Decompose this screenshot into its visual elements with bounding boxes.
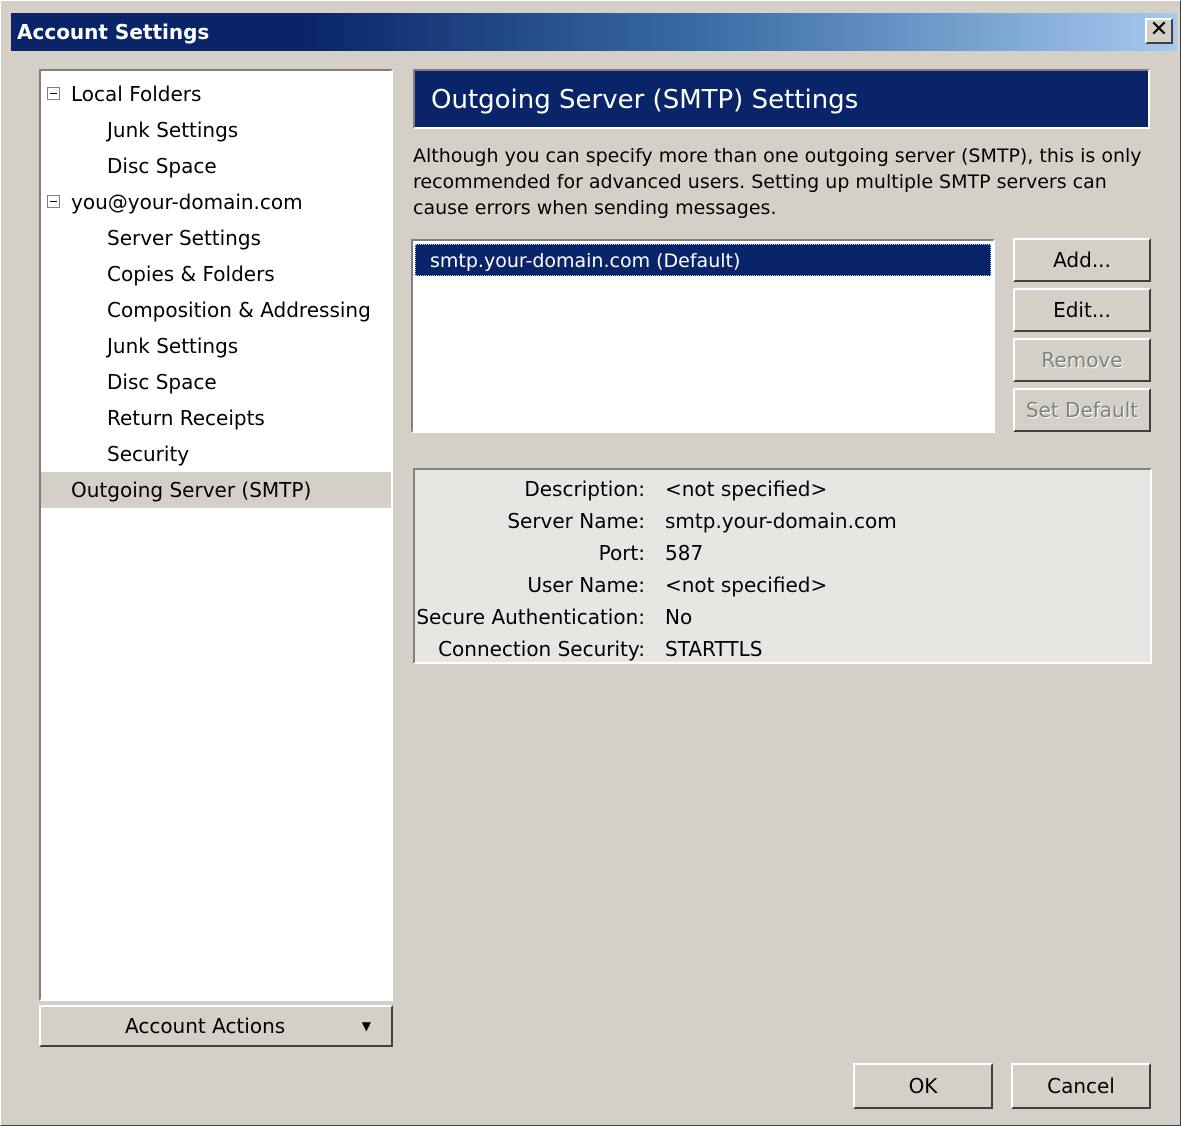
detail-value: 587	[665, 541, 704, 565]
tree-item-composition-addressing[interactable]: Composition & Addressing	[41, 292, 391, 328]
tree-item-label: Composition & Addressing	[107, 298, 371, 322]
account-actions-label: Account Actions	[125, 1014, 286, 1038]
detail-key: Connection Security:	[438, 637, 645, 661]
detail-row-description: Description: <not specified>	[415, 473, 1150, 505]
smtp-server-label: smtp.your-domain.com (Default)	[430, 250, 741, 272]
tree-item-outgoing-server[interactable]: Outgoing Server (SMTP)	[41, 472, 391, 508]
dropdown-arrow-icon: ▼	[361, 1019, 371, 1033]
tree-item-copies-folders[interactable]: Copies & Folders	[41, 256, 391, 292]
window-title: Account Settings	[17, 20, 210, 44]
detail-row-server-name: Server Name: smtp.your-domain.com	[415, 505, 1150, 537]
panel-header: Outgoing Server (SMTP) Settings	[413, 69, 1150, 129]
tree-item-disc-space[interactable]: Disc Space	[41, 148, 391, 184]
tree-item-account-disc-space[interactable]: Disc Space	[41, 364, 391, 400]
collapse-icon[interactable]	[47, 195, 60, 208]
close-icon: ✕	[1149, 17, 1169, 42]
detail-value: STARTTLS	[665, 637, 763, 661]
close-button[interactable]: ✕	[1145, 18, 1173, 44]
panel-title: Outgoing Server (SMTP) Settings	[431, 85, 859, 115]
tree-item-account[interactable]: you@your-domain.com	[41, 184, 391, 220]
detail-value: No	[665, 605, 693, 629]
tree-item-account-junk-settings[interactable]: Junk Settings	[41, 328, 391, 364]
panel-description: Although you can specify more than one o…	[413, 145, 1142, 219]
smtp-server-list[interactable]: smtp.your-domain.com (Default)	[411, 239, 995, 433]
detail-row-port: Port: 587	[415, 537, 1150, 569]
tree-item-server-settings[interactable]: Server Settings	[41, 220, 391, 256]
cancel-button[interactable]: Cancel	[1011, 1063, 1151, 1109]
tree-item-label: Security	[107, 442, 190, 466]
tree-item-label: Local Folders	[71, 82, 202, 106]
ok-button[interactable]: OK	[853, 1063, 993, 1109]
set-default-button[interactable]: Set Default	[1013, 388, 1151, 432]
server-details-panel: Description: <not specified> Server Name…	[413, 468, 1152, 664]
add-button[interactable]: Add...	[1013, 238, 1151, 282]
detail-row-user-name: User Name: <not specified>	[415, 569, 1150, 601]
tree-item-label: Junk Settings	[107, 334, 239, 358]
detail-key: Port:	[598, 541, 645, 565]
detail-key: User Name:	[527, 573, 645, 597]
detail-value: <not specified>	[665, 573, 828, 597]
tree-item-label: Junk Settings	[107, 118, 239, 142]
account-settings-window: Account Settings ✕ Local Folders Junk Se…	[0, 0, 1181, 1126]
title-bar[interactable]: Account Settings ✕	[11, 13, 1177, 51]
tree-item-security[interactable]: Security	[41, 436, 391, 472]
edit-button[interactable]: Edit...	[1013, 288, 1151, 332]
account-tree[interactable]: Local Folders Junk Settings Disc Space y…	[39, 69, 393, 1001]
tree-item-label: Outgoing Server (SMTP)	[71, 478, 312, 502]
detail-key: Description:	[524, 477, 645, 501]
tree-item-label: Disc Space	[107, 154, 217, 178]
tree-item-local-folders[interactable]: Local Folders	[41, 76, 391, 112]
tree-item-label: Disc Space	[107, 370, 217, 394]
smtp-server-row[interactable]: smtp.your-domain.com (Default)	[415, 244, 991, 276]
tree-item-label: you@your-domain.com	[71, 190, 303, 214]
tree-item-junk-settings[interactable]: Junk Settings	[41, 112, 391, 148]
account-actions-button[interactable]: Account Actions ▼	[39, 1005, 393, 1047]
tree-item-label: Copies & Folders	[107, 262, 275, 286]
detail-value: <not specified>	[665, 477, 828, 501]
tree-item-label: Return Receipts	[107, 406, 265, 430]
remove-button[interactable]: Remove	[1013, 338, 1151, 382]
tree-item-label: Server Settings	[107, 226, 261, 250]
detail-row-secure-auth: Secure Authentication: No	[415, 601, 1150, 633]
detail-row-connection-security: Connection Security: STARTTLS	[415, 633, 1150, 665]
detail-key: Server Name:	[507, 509, 645, 533]
collapse-icon[interactable]	[47, 87, 60, 100]
detail-value: smtp.your-domain.com	[665, 509, 897, 533]
tree-item-return-receipts[interactable]: Return Receipts	[41, 400, 391, 436]
detail-key: Secure Authentication:	[416, 605, 645, 629]
